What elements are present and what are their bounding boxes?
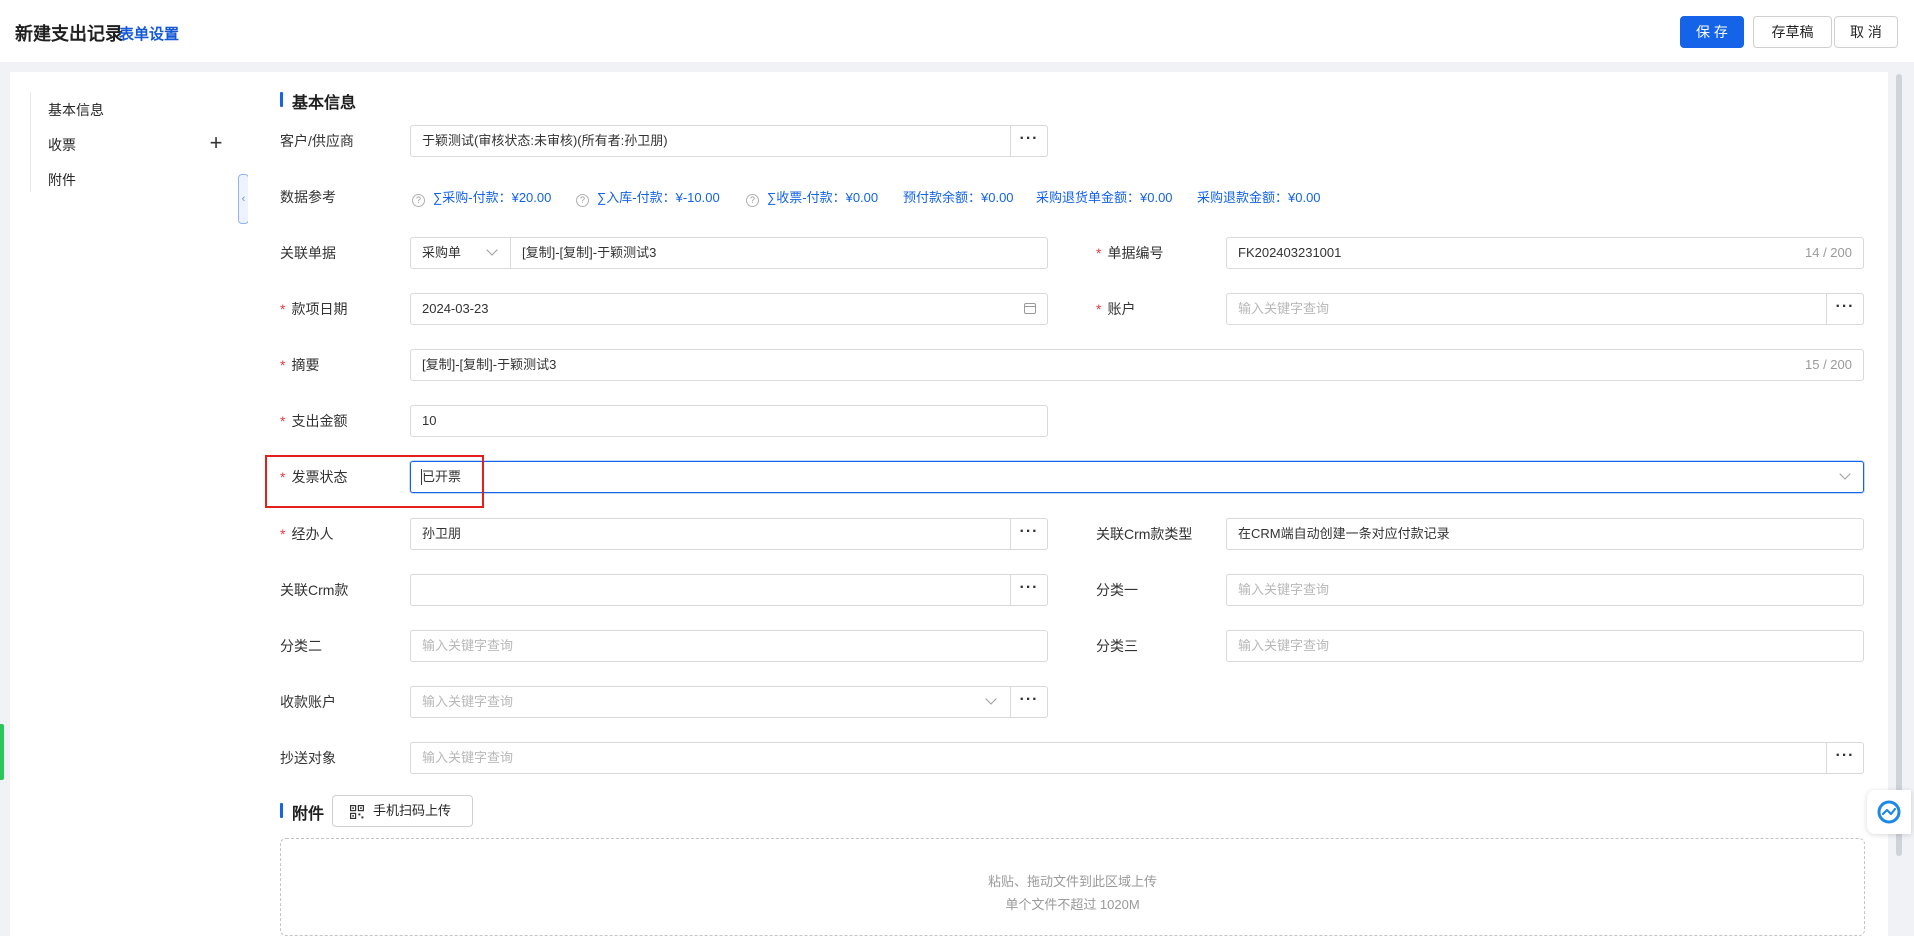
date-value: 2024-03-23 (422, 301, 489, 316)
crm-type-input[interactable]: 在CRM端自动创建一条对应付款记录 (1226, 518, 1864, 550)
handler-more-button[interactable]: ··· (1010, 518, 1048, 550)
crm-payment-more-button[interactable]: ··· (1010, 574, 1048, 606)
handler-label: * 经办人 (280, 526, 334, 542)
crm-type-value: 在CRM端自动创建一条对应付款记录 (1238, 526, 1450, 541)
handler-field[interactable]: 孙卫朋 ··· (410, 518, 1048, 550)
customer-field[interactable]: 于颖测试(审核状态:未审核)(所有者:孙卫朋) ··· (410, 125, 1048, 157)
account-label: * 账户 (1096, 301, 1136, 317)
chevron-down-icon (1839, 468, 1851, 480)
help-icon: ? (746, 194, 759, 207)
nav-item-attachments[interactable]: 附件 (48, 170, 76, 190)
side-feedback-tab[interactable] (0, 724, 4, 780)
ref-return-amount: 采购退货单金额：¥0.00 (1036, 190, 1173, 205)
cc-placeholder: 输入关键字查询 (422, 750, 514, 765)
amount-value: 10 (422, 413, 437, 428)
account-placeholder: 输入关键字查询 (1238, 301, 1330, 316)
receiving-account-select[interactable]: 输入关键字查询 ··· (410, 686, 1048, 718)
vertical-scrollbar[interactable] (1896, 74, 1902, 856)
page-title: 新建支出记录 (15, 24, 123, 44)
section-marker (280, 92, 283, 107)
ref-invoice-payment: ? ∑收票-付款：¥0.00 (746, 187, 878, 207)
ref-prepay-balance: 预付款余额：¥0.00 (903, 190, 1014, 205)
cc-field[interactable]: 输入关键字查询 ··· (410, 742, 1864, 774)
date-picker[interactable]: 2024-03-23 (410, 293, 1048, 325)
add-invoice-icon[interactable]: + (198, 131, 234, 157)
date-label: * 款项日期 (280, 301, 348, 317)
file-drop-zone[interactable]: 粘贴、拖动文件到此区域上传 单个文件不超过 1020M (280, 838, 1865, 936)
cat1-input[interactable]: 输入关键字查询 (1226, 574, 1864, 606)
related-doc-type-value: 采购单 (422, 245, 462, 260)
form-settings-link[interactable]: 表单设置 (119, 23, 179, 44)
account-more-button[interactable]: ··· (1826, 293, 1864, 325)
cat3-label: 分类三 (1096, 638, 1138, 654)
nav-rail (30, 92, 31, 192)
summary-input[interactable]: [复制]-[复制]-于颖测试3 15 / 200 (410, 349, 1864, 381)
annotation-highlight-box (265, 455, 484, 508)
cc-label: 抄送对象 (280, 750, 336, 766)
crm-payment-field[interactable]: ··· (410, 574, 1048, 606)
account-field[interactable]: 输入关键字查询 ··· (1226, 293, 1864, 325)
cat2-input[interactable]: 输入关键字查询 (410, 630, 1048, 662)
assistant-widget[interactable] (1867, 790, 1911, 834)
cat3-input[interactable]: 输入关键字查询 (1226, 630, 1864, 662)
section-title-attachments: 附件 (292, 806, 325, 823)
nav-item-basic-info[interactable]: 基本信息 (48, 100, 104, 120)
nav-item-invoice[interactable]: 收票 (48, 135, 76, 155)
assistant-icon (1877, 800, 1901, 824)
qr-upload-label: 手机扫码上传 (373, 803, 452, 818)
cat2-placeholder: 输入关键字查询 (422, 638, 514, 653)
top-bar: 新建支出记录 表单设置 保 存 存草稿 取 消 (0, 0, 1914, 62)
drop-hint: 粘贴、拖动文件到此区域上传 (987, 874, 1157, 889)
cancel-button[interactable]: 取 消 (1834, 16, 1898, 48)
related-doc-input[interactable]: [复制]-[复制]-于颖测试3 (510, 237, 1048, 269)
handler-value: 孙卫朋 (422, 526, 462, 541)
cat2-label: 分类二 (280, 638, 322, 654)
related-doc-type-select[interactable]: 采购单 (410, 237, 511, 269)
section-marker (280, 803, 283, 818)
save-button[interactable]: 保 存 (1680, 16, 1744, 48)
cat3-placeholder: 输入关键字查询 (1238, 638, 1330, 653)
invoice-status-select[interactable]: 已开票 (410, 461, 1864, 493)
qr-upload-button[interactable]: 手机扫码上传 (332, 795, 473, 827)
receiving-account-placeholder: 输入关键字查询 (422, 694, 514, 709)
cc-more-button[interactable]: ··· (1826, 742, 1864, 774)
ref-purchase-payment: ? ∑采购-付款：¥20.00 (412, 187, 551, 207)
chevron-down-icon (486, 244, 498, 256)
doc-no-value: FK202403231001 (1238, 245, 1342, 260)
ref-refund-amount: 采购退款金额：¥0.00 (1197, 190, 1321, 205)
doc-no-label: * 单据编号 (1096, 245, 1164, 261)
section-title-basic-info: 基本信息 (292, 95, 357, 112)
doc-no-input[interactable]: FK202403231001 14 / 200 (1226, 237, 1864, 269)
related-doc-label: 关联单据 (280, 245, 336, 261)
doc-no-char-count: 14 / 200 (1805, 245, 1852, 260)
crm-payment-label: 关联Crm款 (280, 582, 349, 598)
crm-type-label: 关联Crm款类型 (1096, 526, 1193, 542)
summary-label: * 摘要 (280, 357, 320, 373)
customer-value: 于颖测试(审核状态:未审核)(所有者:孙卫朋) (422, 133, 668, 148)
cat1-placeholder: 输入关键字查询 (1238, 582, 1330, 597)
receiving-account-label: 收款账户 (280, 694, 336, 710)
file-size-limit: 单个文件不超过 1020M (1005, 897, 1140, 912)
customer-label: 客户/供应商 (280, 133, 354, 149)
customer-more-button[interactable]: ··· (1010, 125, 1048, 157)
receiving-account-more-button[interactable]: ··· (1010, 686, 1048, 718)
ref-inbound-payment: ? ∑入库-付款：¥-10.00 (576, 187, 720, 207)
section-nav: 基本信息 收票 + 附件 (10, 72, 248, 936)
save-draft-button[interactable]: 存草稿 (1753, 16, 1832, 48)
amount-input[interactable]: 10 (410, 405, 1048, 437)
summary-value: [复制]-[复制]-于颖测试3 (422, 357, 557, 372)
related-doc-value: [复制]-[复制]-于颖测试3 (522, 245, 657, 260)
data-ref-label: 数据参考 (280, 189, 336, 205)
help-icon: ? (412, 194, 425, 207)
amount-label: * 支出金额 (280, 413, 348, 429)
calendar-icon (1024, 303, 1036, 314)
qr-code-icon (350, 805, 364, 819)
chevron-down-icon (985, 693, 997, 705)
cat1-label: 分类一 (1096, 582, 1138, 598)
help-icon: ? (576, 194, 589, 207)
summary-char-count: 15 / 200 (1805, 357, 1852, 372)
